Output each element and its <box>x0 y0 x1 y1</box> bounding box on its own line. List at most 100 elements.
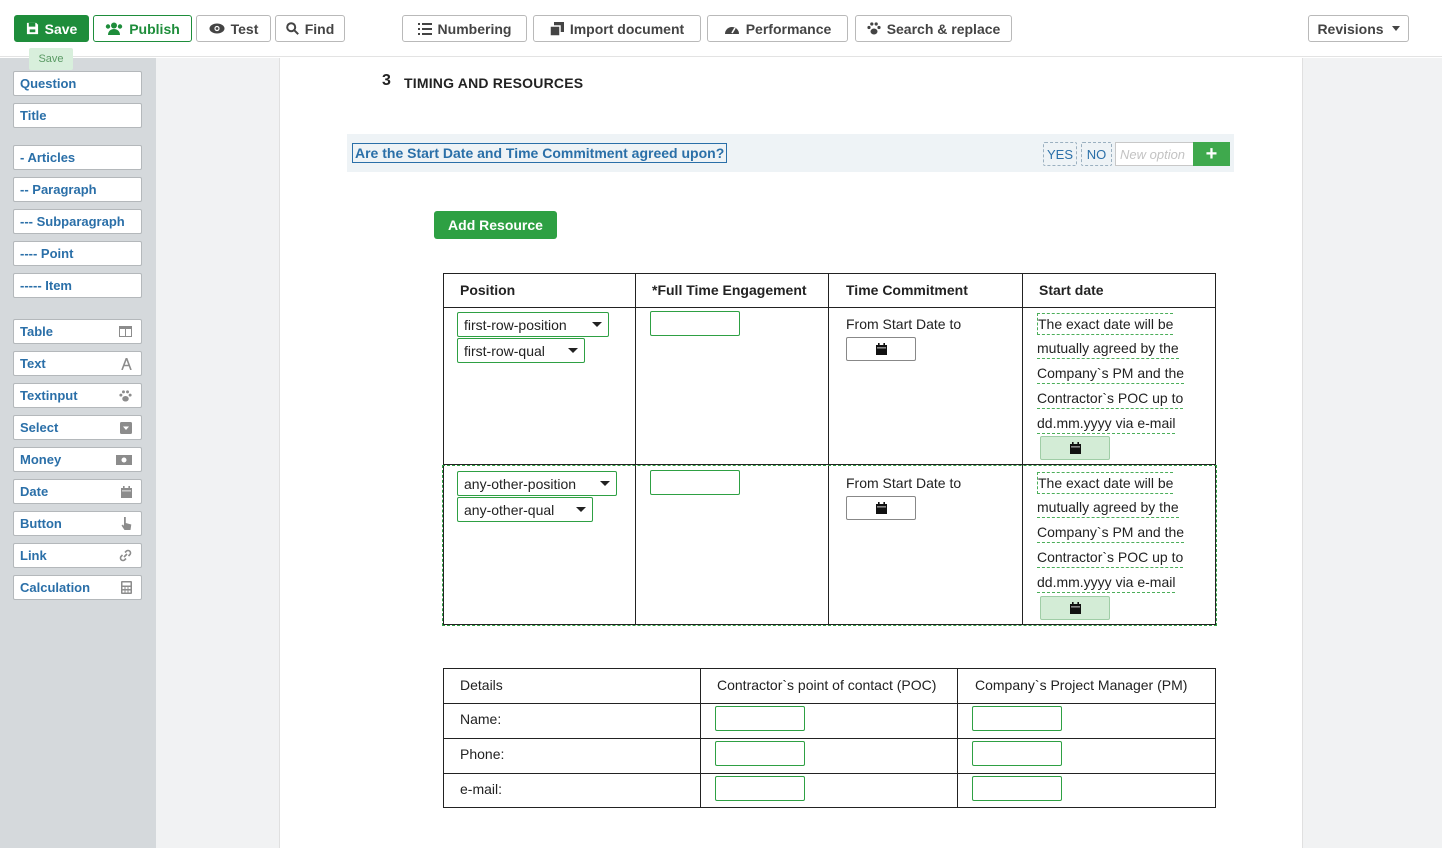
sidebar-item-button[interactable]: Button <box>13 511 142 536</box>
start-date-picker-button[interactable] <box>1040 436 1110 460</box>
sidebar-item-item[interactable]: ----- Item <box>13 273 142 298</box>
date-picker-button[interactable] <box>846 337 916 361</box>
sidebar-item-label: Link <box>20 548 47 563</box>
pm-header: Company`s Project Manager (PM) <box>975 677 1188 693</box>
sidebar-item-calculation[interactable]: Calculation <box>13 575 142 600</box>
poc-phone-input[interactable] <box>715 741 805 766</box>
sidebar-item-label: Text <box>20 356 46 371</box>
search-replace-button[interactable]: Search & replace <box>855 15 1012 42</box>
sidebar-item-table[interactable]: Table <box>13 319 142 344</box>
option-no[interactable]: NO <box>1081 142 1112 166</box>
start-date-text-line[interactable]: The exact date will be <box>1037 472 1174 494</box>
start-date-text-line[interactable]: Company`s PM and the <box>1037 522 1185 543</box>
calendar-icon <box>1069 602 1081 614</box>
paw-icon <box>867 22 881 35</box>
sidebar-item-label: Textinput <box>20 388 78 403</box>
pointer-icon <box>121 517 132 530</box>
numbering-button[interactable]: Numbering <box>402 15 527 42</box>
sidebar-item-select[interactable]: Select <box>13 415 142 440</box>
find-label: Find <box>304 20 335 37</box>
date-picker-button[interactable] <box>846 496 916 520</box>
sidebar-item-paragraph[interactable]: -- Paragraph <box>13 177 142 202</box>
pm-name-input[interactable] <box>972 706 1062 731</box>
canvas-margin-left <box>156 58 279 848</box>
header-position: Position <box>460 282 516 298</box>
pm-email-input[interactable] <box>972 776 1062 801</box>
test-button[interactable]: Test <box>196 15 271 42</box>
question-text[interactable]: Are the Start Date and Time Commitment a… <box>352 143 728 163</box>
performance-button[interactable]: Performance <box>707 15 848 42</box>
add-resource-button[interactable]: Add Resource <box>434 211 557 239</box>
position-select[interactable]: first-row-position <box>457 312 609 337</box>
sidebar-item-text[interactable]: Text <box>13 351 142 376</box>
start-date-text-line[interactable]: Company`s PM and the <box>1037 363 1185 384</box>
sidebar-item-money[interactable]: Money <box>13 447 142 472</box>
gauge-icon <box>724 26 739 34</box>
sidebar-item-question[interactable]: Question <box>13 71 142 96</box>
select-icon <box>120 421 132 434</box>
time-commitment-text: From Start Date to <box>846 475 962 491</box>
publish-button[interactable]: Publish <box>93 15 192 42</box>
full-time-engagement-input[interactable] <box>650 470 740 495</box>
calculator-icon <box>121 581 132 594</box>
caret-down-icon <box>576 507 586 512</box>
section-title[interactable]: TIMING AND RESOURCES <box>404 75 583 91</box>
sidebar-item-label: Question <box>20 76 77 91</box>
import-document-button[interactable]: Import document <box>533 15 701 42</box>
qualification-select[interactable]: any-other-qual <box>457 497 593 522</box>
table-icon <box>119 326 132 337</box>
full-time-engagement-input[interactable] <box>650 311 740 336</box>
text-icon <box>121 357 132 370</box>
sidebar-item-label: Date <box>20 484 49 499</box>
save-label: Save <box>44 20 78 37</box>
poc-header: Contractor`s point of contact (POC) <box>717 677 937 693</box>
new-option-input[interactable]: New option <box>1115 142 1195 166</box>
eye-icon <box>209 23 225 34</box>
poc-email-input[interactable] <box>715 776 805 801</box>
sidebar-item-label: Select <box>20 420 59 435</box>
find-button[interactable]: Find <box>275 15 345 42</box>
numbering-label: Numbering <box>437 20 512 37</box>
sidebar-item-title[interactable]: Title <box>13 103 142 128</box>
add-option-button[interactable]: + <box>1193 142 1230 166</box>
sidebar-item-label: ----- Item <box>20 278 72 293</box>
sidebar-item-articles[interactable]: - Articles <box>13 145 142 170</box>
caret-down-icon <box>600 481 610 486</box>
test-label: Test <box>230 20 259 37</box>
name-label: Name: <box>460 711 502 727</box>
start-date-text-line[interactable]: Contractor`s POC up to <box>1037 388 1184 409</box>
sidebar-item-subparagraph[interactable]: --- Subparagraph <box>13 209 142 234</box>
sidebar-item-textinput[interactable]: Textinput <box>13 383 142 408</box>
list-icon <box>417 22 432 35</box>
revisions-dropdown[interactable]: Revisions <box>1308 15 1409 42</box>
paw-icon <box>119 389 132 402</box>
start-date-text-line[interactable]: mutually agreed by the <box>1037 497 1179 518</box>
sidebar-item-label: Title <box>20 108 47 123</box>
start-date-text-line[interactable]: The exact date will be <box>1037 313 1174 335</box>
option-yes[interactable]: YES <box>1043 142 1077 166</box>
performance-label: Performance <box>745 20 832 37</box>
sidebar-item-point[interactable]: ---- Point <box>13 241 142 266</box>
copy-icon <box>549 21 564 36</box>
start-date-text-line[interactable]: Contractor`s POC up to <box>1037 547 1184 568</box>
start-date-text-line[interactable]: dd.mm.yyyy via e-mail <box>1037 413 1176 434</box>
qualification-select[interactable]: first-row-qual <box>457 338 585 363</box>
start-date-picker-button[interactable] <box>1040 596 1110 620</box>
start-date-text-line[interactable]: dd.mm.yyyy via e-mail <box>1037 572 1176 593</box>
header-start-date: Start date <box>1039 282 1104 298</box>
time-commitment-text: From Start Date to <box>846 316 962 332</box>
save-tooltip: Save <box>29 48 73 70</box>
money-icon <box>116 454 132 465</box>
poc-name-input[interactable] <box>715 706 805 731</box>
phone-label: Phone: <box>460 746 505 762</box>
header-full-time-engagement: *Full Time Engagement <box>652 282 807 298</box>
pm-phone-input[interactable] <box>972 741 1062 766</box>
sidebar-item-date[interactable]: Date <box>13 479 142 504</box>
chevron-down-icon <box>1391 26 1400 31</box>
position-select[interactable]: any-other-position <box>457 471 617 496</box>
save-button[interactable]: Save <box>14 15 89 42</box>
start-date-text-line[interactable]: mutually agreed by the <box>1037 338 1179 359</box>
sidebar-item-link[interactable]: Link <box>13 543 142 568</box>
sidebar-item-label: ---- Point <box>20 246 74 261</box>
sidebar-item-label: Table <box>20 324 53 339</box>
